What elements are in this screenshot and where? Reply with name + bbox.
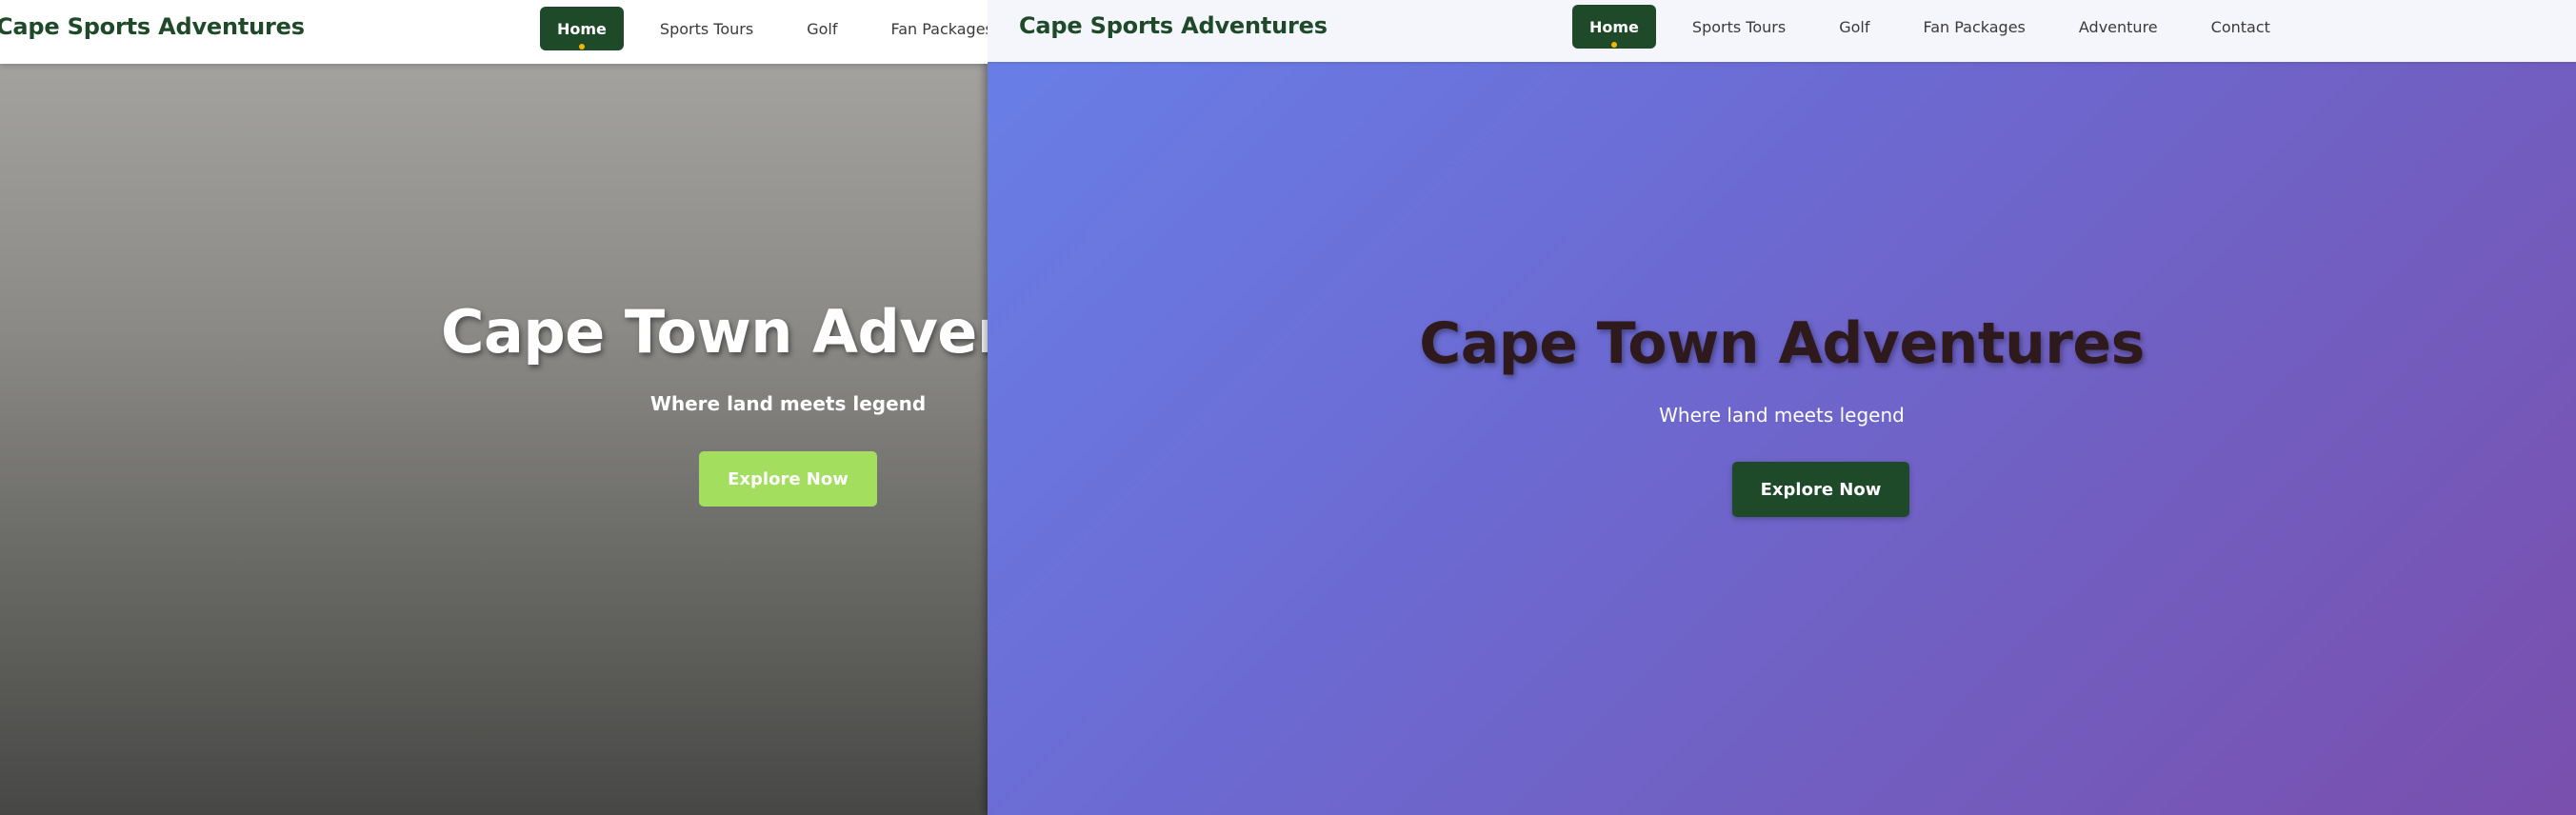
active-indicator-dot [578,44,585,50]
nav-item-golf[interactable]: Golf [1822,5,1887,49]
explore-now-button[interactable]: Explore Now [1732,462,1909,517]
nav-item-contact[interactable]: Contact [2194,5,2287,49]
right-page-version: Cape Sports Adventures Home Sports Tours… [988,0,2576,815]
nav-item-adventure[interactable]: Adventure [2062,5,2175,49]
left-page-version: Cape Sports Adventures Home Sports Tours… [0,0,988,815]
nav-item-label: Home [1589,17,1639,36]
nav-item-label: Home [557,19,607,38]
screenshot-stage: Cape Sports Adventures Home Sports Tours… [0,0,2576,815]
main-nav: Home Sports Tours Golf Fan Packages [540,7,988,50]
hero-title: Cape Town Adventures [441,297,988,367]
hero-subtitle: Where land meets legend [649,392,927,415]
nav-item-fan-packages[interactable]: Fan Packages [1906,5,2042,49]
nav-item-sports-tours[interactable]: Sports Tours [1675,5,1803,49]
nav-item-label: Golf [807,19,838,38]
main-nav: Home Sports Tours Golf Fan Packages Adve… [1572,5,2306,49]
top-navbar: Cape Sports Adventures Home Sports Tours… [0,0,988,64]
nav-item-fan-packages[interactable]: Fan Packages [873,7,988,50]
nav-item-label: Sports Tours [1691,17,1787,36]
nav-item-label: Fan Packages [1923,17,2026,36]
nav-item-label: Sports Tours [659,19,754,38]
nav-item-golf[interactable]: Golf [789,7,854,50]
explore-now-button[interactable]: Explore Now [699,451,877,507]
nav-item-home[interactable]: Home [540,7,624,50]
nav-item-label: Fan Packages [890,19,988,38]
nav-item-label: Adventure [2078,17,2158,36]
nav-item-label: Golf [1839,17,1870,36]
hero-title: Cape Town Adventures [1419,310,2145,377]
active-indicator-dot [1610,42,1617,48]
brand-logo-text[interactable]: Cape Sports Adventures [0,13,305,40]
top-navbar: Cape Sports Adventures Home Sports Tours… [988,0,2576,62]
hero-background-photo [0,64,988,815]
nav-item-home[interactable]: Home [1572,5,1656,49]
hero-subtitle: Where land meets legend [1659,404,1905,427]
brand-logo-text[interactable]: Cape Sports Adventures [1019,12,1328,39]
nav-item-sports-tours[interactable]: Sports Tours [643,7,770,50]
nav-item-label: Contact [2210,17,2270,36]
